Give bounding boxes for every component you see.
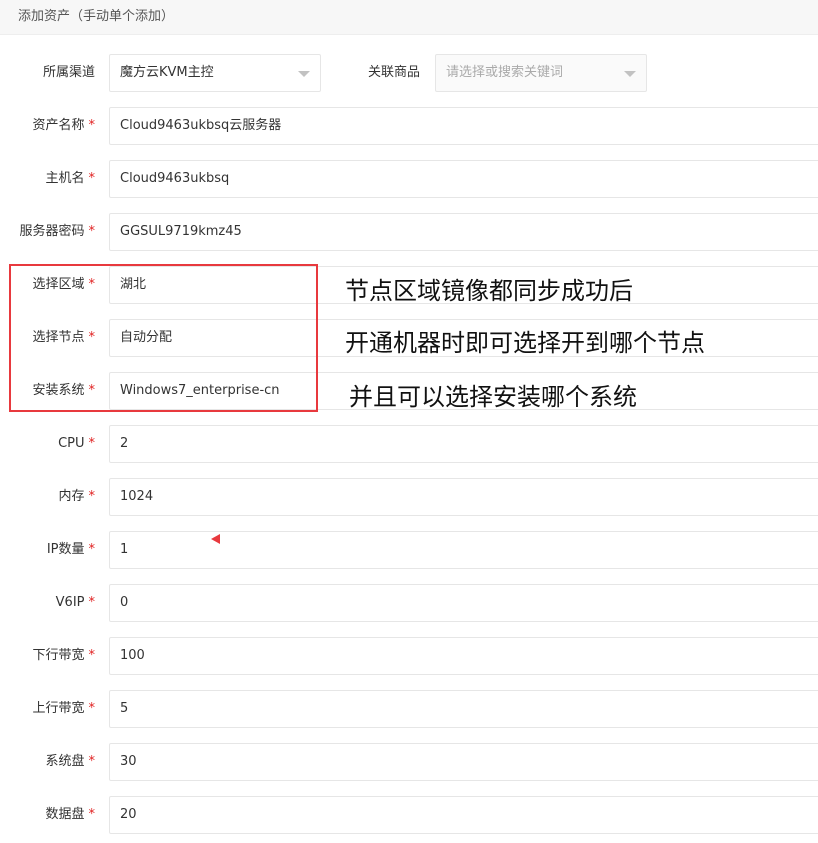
channel-select[interactable]: 魔方云KVM主控 bbox=[109, 54, 321, 92]
down-bandwidth-label: 下行带宽 * bbox=[32, 648, 95, 663]
memory-input[interactable]: 1024 bbox=[109, 478, 818, 516]
system-disk-input[interactable]: 30 bbox=[109, 743, 818, 781]
up-bandwidth-input[interactable]: 5 bbox=[109, 690, 818, 728]
channel-label: 所属渠道 bbox=[42, 65, 95, 80]
chevron-down-icon bbox=[298, 71, 310, 77]
system-disk-label: 系统盘 * bbox=[45, 754, 95, 769]
password-label: 服务器密码 * bbox=[19, 224, 95, 239]
v6ip-label: V6IP * bbox=[55, 595, 95, 610]
annotation-line-3: 并且可以选择安装哪个系统 bbox=[349, 383, 637, 411]
memory-label: 内存 * bbox=[58, 489, 95, 504]
annotation-line-1: 节点区域镜像都同步成功后 bbox=[345, 277, 633, 305]
down-bandwidth-input[interactable]: 100 bbox=[109, 637, 818, 675]
data-disk-label: 数据盘 * bbox=[45, 807, 95, 822]
hostname-label: 主机名 * bbox=[45, 171, 95, 186]
product-select-placeholder: 请选择或搜索关键词 bbox=[446, 65, 564, 80]
asset-name-label: 资产名称 * bbox=[32, 118, 95, 133]
chevron-down-icon bbox=[624, 71, 636, 77]
hostname-input[interactable]: Cloud9463ukbsq bbox=[109, 160, 818, 198]
cpu-input[interactable]: 2 bbox=[109, 425, 818, 463]
up-bandwidth-label: 上行带宽 * bbox=[32, 701, 95, 716]
password-input[interactable]: GGSUL9719kmz45 bbox=[109, 213, 818, 251]
page-header: 添加资产（手动单个添加） bbox=[0, 0, 818, 35]
annotation-line-2: 开通机器时即可选择开到哪个节点 bbox=[345, 329, 705, 357]
product-select[interactable]: 请选择或搜索关键词 bbox=[435, 54, 647, 92]
product-label: 关联商品 bbox=[367, 65, 420, 80]
ip-count-label: IP数量 * bbox=[46, 542, 95, 557]
channel-select-value: 魔方云KVM主控 bbox=[120, 65, 214, 80]
page-title: 添加资产（手动单个添加） bbox=[18, 9, 175, 24]
data-disk-input[interactable]: 20 bbox=[109, 796, 818, 834]
v6ip-input[interactable]: 0 bbox=[109, 584, 818, 622]
pointer-marker-icon bbox=[211, 534, 220, 544]
highlight-box bbox=[9, 264, 318, 412]
cpu-label: CPU * bbox=[58, 436, 95, 451]
asset-name-input[interactable]: Cloud9463ukbsq云服务器 bbox=[109, 107, 818, 145]
